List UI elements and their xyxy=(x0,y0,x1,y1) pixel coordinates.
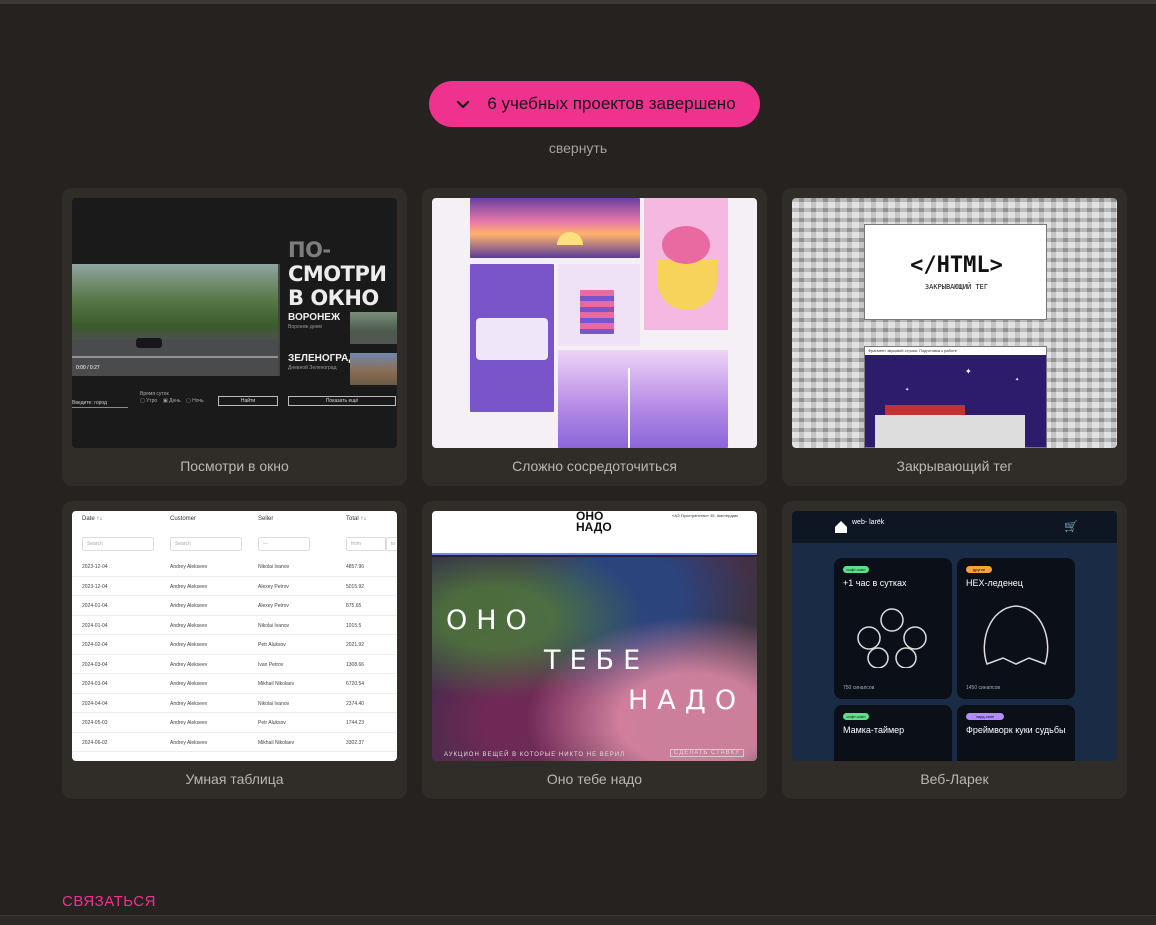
top-bar xyxy=(0,0,1156,4)
table-cell: Andrey Alekseev xyxy=(170,681,208,687)
chevron-down-icon xyxy=(457,100,470,109)
table-cell: Nikolai Ivanov xyxy=(258,564,290,570)
contact-link[interactable]: СВЯЗАТЬСЯ xyxy=(62,893,156,910)
home-icon xyxy=(835,521,847,533)
project-card-web-larek[interactable]: web- larёk 🛒 софт-скил +1 час в сутках 7… xyxy=(782,501,1127,799)
table-cell: 2024-04-04 xyxy=(82,700,108,707)
table-cell: Alexey Petrov xyxy=(258,603,289,609)
table-cell: 3302.37 xyxy=(346,739,365,746)
table-cell: Andrey Alekseev xyxy=(170,700,208,707)
table-row: 2024-01-04 Andrey Alekseev Alexey Petrov 87… xyxy=(72,596,397,616)
table-cell: Petr Aluksov xyxy=(258,720,286,726)
table-cell: Nikolai Ivanov xyxy=(258,700,290,707)
projects-toggle-button[interactable]: 6 учебных проектов завершено xyxy=(429,81,760,127)
table-cell: 2021.92 xyxy=(346,642,365,648)
projects-toggle-label: 6 учебных проектов завершено xyxy=(487,94,736,113)
table-cell: 2024-03-04 xyxy=(82,681,108,687)
table-cell: 2374.40 xyxy=(346,700,365,707)
project-preview-6: web- larёk 🛒 софт-скил +1 час в сутках 7… xyxy=(792,511,1117,761)
table-cell: 2024-01-04 xyxy=(82,603,108,609)
table-row: 2024-06-02 Andrey Alekseev Mikhail Nikolae… xyxy=(72,733,397,752)
project-title: Веб-Ларек xyxy=(920,771,989,787)
table-row: 2023-12-04 Andrey Alekseev Nikolai Ivanov 4… xyxy=(72,557,397,577)
table-row: 2024-05-03 Andrey Alekseev Petr Aluksov 174… xyxy=(72,713,397,733)
project-card-closing-tag[interactable]: </HTML> ЗАКРЫВАЮЩИЙ ТЕГ Фрагмент звуково… xyxy=(782,188,1127,486)
table-row: 2024-01-04 Andrey Alekseev Nikolai Ivanov 1… xyxy=(72,616,397,635)
table-cell: Mikhail Nikolaev xyxy=(258,681,295,687)
table-cell: Mikhail Nikolaev xyxy=(258,739,295,746)
table-row: 2024-02-04 Andrey Alekseev Petr Aluksov 202… xyxy=(72,635,397,655)
table-cell: Nikolai Ivanov xyxy=(258,622,290,629)
project-card-smart-table[interactable]: Date ↑↓ Customer Seller Total ↑↓ Search … xyxy=(62,501,407,799)
table-cell: Andrey Alekseev xyxy=(170,720,208,726)
table-cell: 2024-03-04 xyxy=(82,661,108,668)
bottom-bar xyxy=(0,915,1156,925)
project-preview-2 xyxy=(432,198,757,448)
project-title: Закрывающий тег xyxy=(896,458,1013,474)
table-cell: 6720.54 xyxy=(346,681,365,687)
table-cell: 1308.66 xyxy=(346,661,365,668)
table-row: 2023-12-04 Andrey Alekseev Alexey Petrov 50… xyxy=(72,577,397,596)
table-row: 2024-03-04 Andrey Alekseev Ivan Petrov 1308… xyxy=(72,655,397,674)
collapse-link[interactable]: свернуть xyxy=(0,140,1156,156)
table-cell: 875.65 xyxy=(346,603,362,609)
table-cell: 4857.96 xyxy=(346,564,365,570)
table-cell: 2023-12-04 xyxy=(82,583,108,590)
preview-headline: ПО- СМОТРИ В ОКНО xyxy=(288,238,387,310)
project-title: Умная таблица xyxy=(185,771,284,787)
project-title: Сложно сосредоточиться xyxy=(512,458,677,474)
table-cell: 1744.23 xyxy=(346,720,365,726)
table-row: 2024-04-04 Andrey Alekseev Nikolai Ivanov 2… xyxy=(72,694,397,713)
table-cell: Andrey Alekseev xyxy=(170,603,208,609)
project-title: Оно тебе надо xyxy=(546,771,643,787)
cart-icon: 🛒 xyxy=(1064,521,1078,533)
table-row: 2024-03-04 Andrey Alekseev Mikhail Nikolae… xyxy=(72,674,397,694)
project-preview-4: Date ↑↓ Customer Seller Total ↑↓ Search … xyxy=(72,511,397,761)
table-cell: 2024-06-02 xyxy=(82,739,108,746)
table-cell: Andrey Alekseev xyxy=(170,661,208,668)
table-cell: Andrey Alekseev xyxy=(170,642,208,648)
table-cell: Petr Aluksov xyxy=(258,642,286,648)
project-title: Посмотри в окно xyxy=(180,458,289,474)
project-card-look-out-window[interactable]: 0:00 / 0:27 ПО- СМОТРИ В ОКНО ВОРОНЕЖ Во… xyxy=(62,188,407,486)
table-cell: 2024-05-03 xyxy=(82,720,108,726)
product-image xyxy=(983,605,1049,665)
table-cell: Andrey Alekseev xyxy=(170,564,208,570)
table-cell: 2024-01-04 xyxy=(82,622,108,629)
table-cell: 2023-12-04 xyxy=(82,564,108,570)
table-cell: Andrey Alekseev xyxy=(170,739,208,746)
product-image xyxy=(857,608,927,668)
project-card-hard-to-focus[interactable]: Сложно сосредоточиться xyxy=(422,188,767,486)
table-cell: 5015.92 xyxy=(346,583,365,590)
project-preview-1: 0:00 / 0:27 ПО- СМОТРИ В ОКНО ВОРОНЕЖ Во… xyxy=(72,198,397,448)
table-cell: Ivan Petrov xyxy=(258,661,284,668)
project-preview-5: ОНО НАДО «АЭ Пространство» 45, Амстердам… xyxy=(432,511,757,761)
table-cell: Andrey Alekseev xyxy=(170,622,208,629)
table-cell: Andrey Alekseev xyxy=(170,583,208,590)
table-cell: 2024-02-04 xyxy=(82,642,108,648)
projects-grid: 0:00 / 0:27 ПО- СМОТРИ В ОКНО ВОРОНЕЖ Во… xyxy=(62,188,1127,799)
project-preview-3: </HTML> ЗАКРЫВАЮЩИЙ ТЕГ Фрагмент звуково… xyxy=(792,198,1117,448)
project-card-you-need-it[interactable]: ОНО НАДО «АЭ Пространство» 45, Амстердам… xyxy=(422,501,767,799)
table-cell: 1015.5 xyxy=(346,622,362,629)
table-cell: Alexey Petrov xyxy=(258,583,289,590)
